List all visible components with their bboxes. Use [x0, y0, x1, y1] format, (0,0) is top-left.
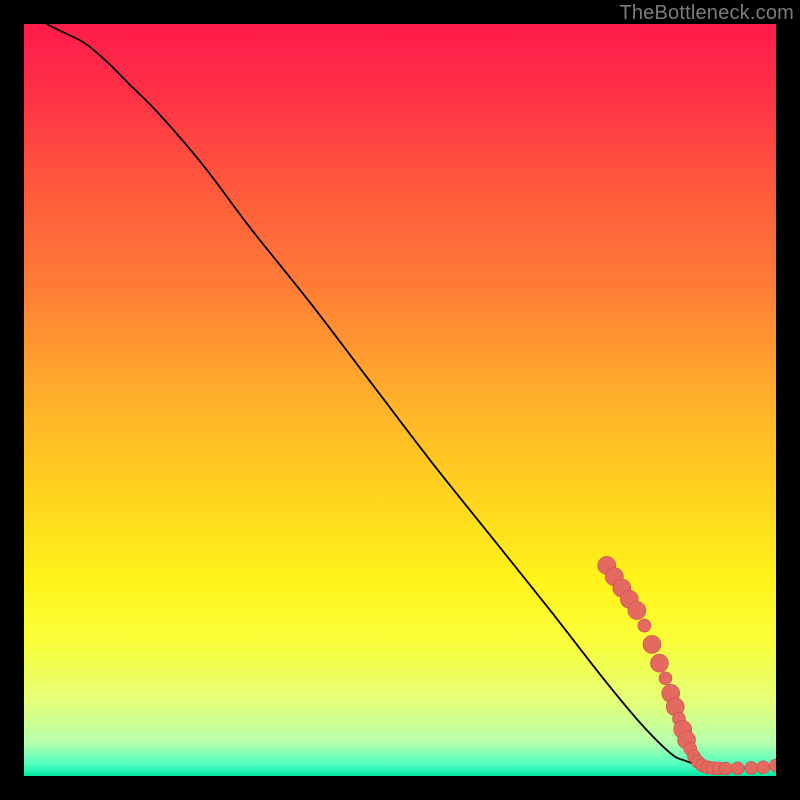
data-marker — [638, 619, 651, 632]
data-marker — [643, 635, 661, 653]
data-marker — [659, 672, 672, 685]
chart-stage: TheBottleneck.com — [0, 0, 800, 800]
data-marker — [757, 761, 770, 774]
data-marker — [650, 654, 668, 672]
data-marker — [745, 761, 758, 774]
watermark-label: TheBottleneck.com — [619, 2, 794, 25]
chart-plot — [24, 24, 776, 776]
data-marker — [628, 602, 646, 620]
data-marker — [719, 762, 732, 775]
data-marker — [731, 762, 744, 775]
